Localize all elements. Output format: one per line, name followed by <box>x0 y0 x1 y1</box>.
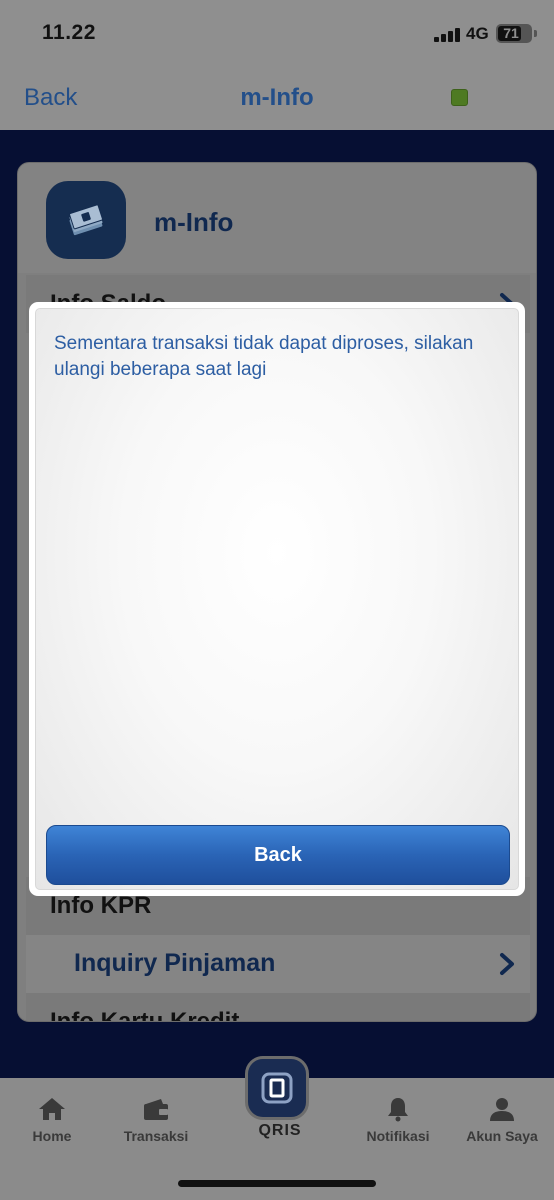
card-header: m-Info <box>18 163 536 273</box>
tab-label: Home <box>32 1128 72 1144</box>
bell-icon <box>388 1098 408 1122</box>
status-indicator <box>451 89 468 106</box>
network-type: 4G <box>466 24 489 43</box>
signal-icon <box>434 28 460 42</box>
tab-label: Transaksi <box>123 1128 189 1144</box>
chevron-right-icon <box>500 953 514 975</box>
battery-icon: 71 <box>496 24 532 43</box>
row-inquiry-pinjaman[interactable]: Inquiry Pinjaman <box>26 935 530 993</box>
row-label: Info Kartu Kredit <box>50 1008 240 1022</box>
battery-cap <box>534 30 537 37</box>
nav-bar: m-Info Back <box>0 62 554 130</box>
tab-notifikasi[interactable]: Notifikasi <box>348 1096 448 1144</box>
home-indicator <box>178 1180 376 1187</box>
nav-back-button[interactable]: Back <box>24 84 77 112</box>
person-icon <box>490 1098 514 1121</box>
page-title: m-Info <box>240 84 314 111</box>
tab-home[interactable]: Home <box>2 1096 102 1144</box>
row-label: Info KPR <box>50 892 152 919</box>
qris-label: QRIS <box>258 1122 302 1139</box>
row-info-kartu-kredit: Info Kartu Kredit <box>26 993 530 1022</box>
row-label: Inquiry Pinjaman <box>74 949 276 977</box>
tab-akun-saya[interactable]: Akun Saya <box>452 1096 552 1144</box>
tab-label: Akun Saya <box>466 1128 538 1144</box>
tab-label: Notifikasi <box>366 1128 430 1144</box>
error-dialog: Sementara transaksi tidak dapat diproses… <box>29 302 525 896</box>
wallet-icon <box>144 1099 168 1120</box>
battery-percent: 71 <box>503 25 519 41</box>
qris-button[interactable] <box>245 1056 309 1120</box>
home-icon <box>39 1098 65 1120</box>
status-time: 11.22 <box>42 21 96 44</box>
dialog-content: Sementara transaksi tidak dapat diproses… <box>35 308 519 890</box>
qris-icon <box>261 1072 293 1104</box>
dialog-back-button[interactable]: Back <box>46 825 510 885</box>
tab-transaksi[interactable]: Transaksi <box>106 1096 206 1144</box>
error-message: Sementara transaksi tidak dapat diproses… <box>54 333 474 380</box>
card-title: m-Info <box>154 207 234 237</box>
status-bar: 11.22 4G 71 <box>0 0 554 62</box>
money-stack-icon <box>46 181 126 259</box>
